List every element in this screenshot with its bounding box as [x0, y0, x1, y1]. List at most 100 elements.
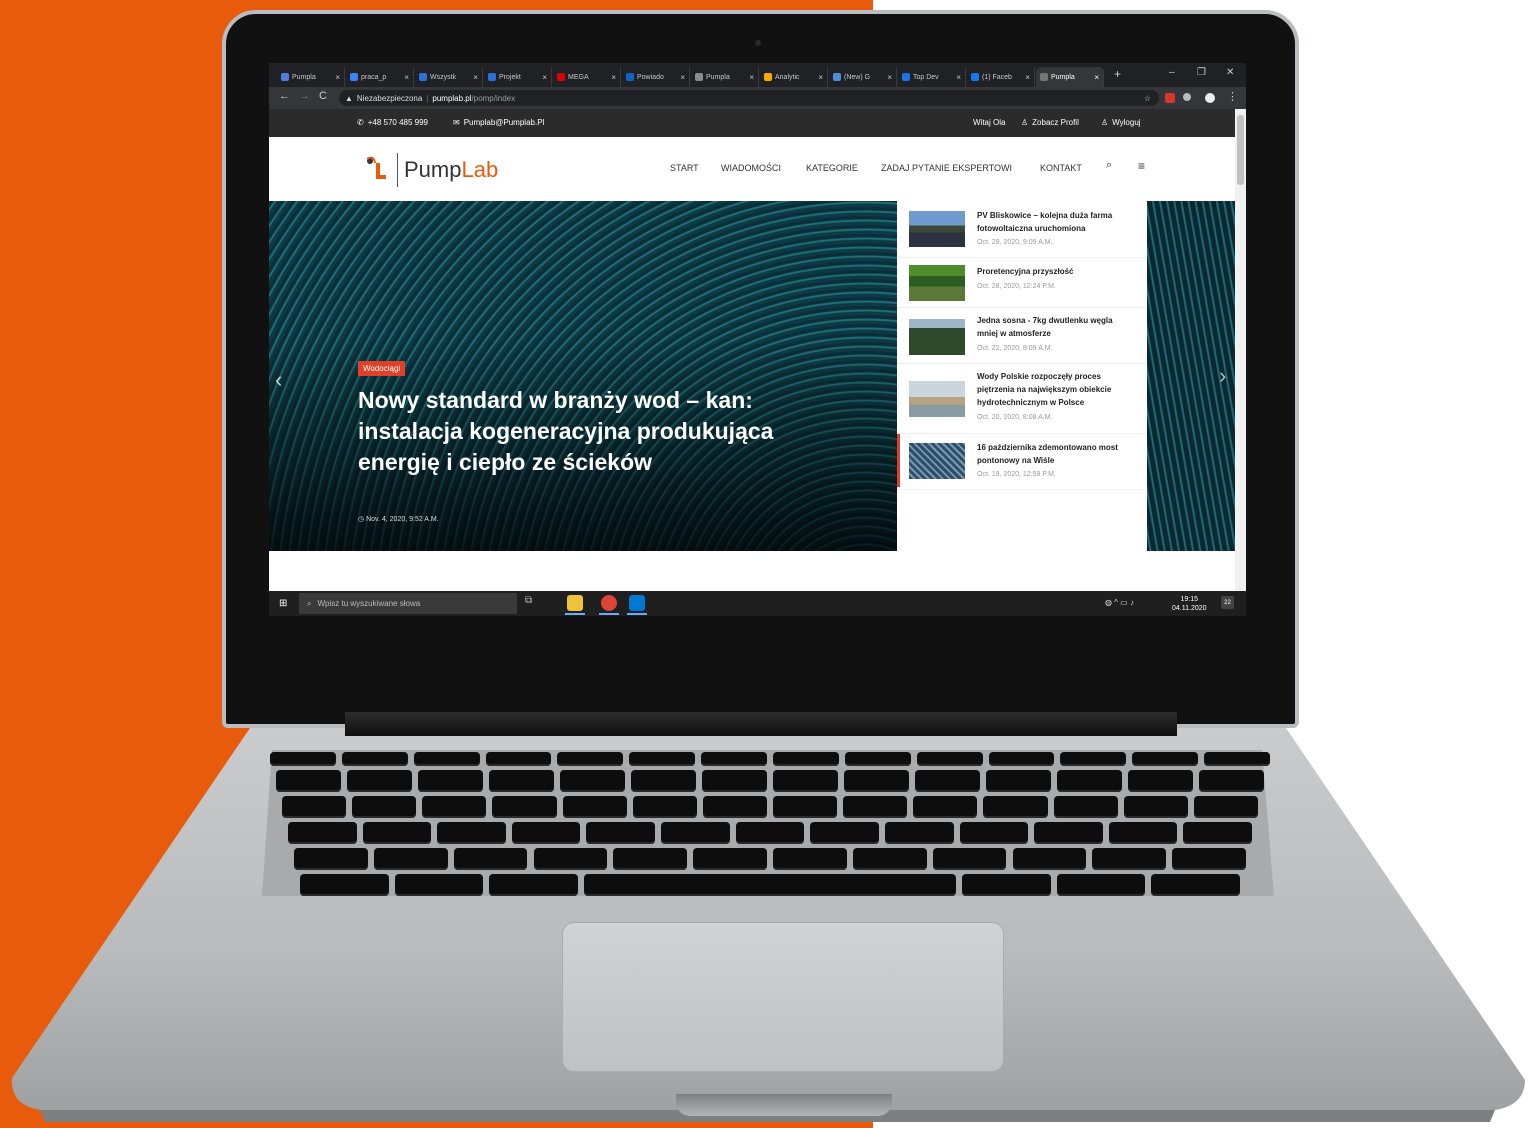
pumplab-logo-icon[interactable]: [365, 153, 387, 183]
browser-tab[interactable]: Pumpla ×: [1036, 67, 1104, 87]
close-icon[interactable]: ×: [818, 73, 823, 82]
spacebar-key: [583, 874, 957, 896]
close-icon[interactable]: ×: [611, 73, 616, 82]
profile-link[interactable]: ♙ Zobacz Profil: [1021, 118, 1079, 127]
keyboard-key: [962, 874, 1051, 896]
menu-dots-icon[interactable]: ⋮: [1227, 90, 1238, 103]
keyboard-key: [773, 770, 838, 792]
browser-tab[interactable]: (1) Faceb ×: [967, 67, 1035, 87]
task-view-icon[interactable]: ⧉: [525, 595, 541, 611]
extension-icon[interactable]: [1165, 93, 1175, 103]
close-icon[interactable]: ×: [335, 73, 340, 82]
keyboard-key: [1056, 874, 1146, 896]
keyboard-key: [702, 770, 767, 792]
logout-text: Wyloguj: [1112, 118, 1141, 127]
list-item[interactable]: Proretencyjna przyszłość Oct. 28, 2020, …: [897, 257, 1147, 308]
browser-tab[interactable]: Top Dev ×: [898, 67, 966, 87]
keyboard-key: [282, 796, 347, 818]
url-field[interactable]: ▲ Niezabezpieczona | pumplab.pl/pomp/ind…: [339, 90, 1159, 106]
hero-slider[interactable]: ‹ Wodociągi Nowy standard w branży wod –…: [269, 201, 897, 551]
chevron-right-icon[interactable]: ›: [1219, 363, 1226, 389]
scrollbar-thumb[interactable]: [1237, 115, 1244, 185]
avatar[interactable]: [1205, 93, 1215, 103]
hero-shade: [269, 201, 897, 551]
logout-link[interactable]: ♙ Wyloguj: [1101, 118, 1141, 127]
browser-tab[interactable]: Pumpla ×: [691, 67, 759, 87]
keyboard-key: [562, 796, 627, 818]
chrome-icon[interactable]: [601, 595, 617, 611]
close-icon[interactable]: ×: [749, 73, 754, 82]
close-icon[interactable]: ×: [404, 73, 409, 82]
notification-icon[interactable]: 22: [1221, 596, 1234, 609]
hero-title[interactable]: Nowy standard w branży wod – kan: instal…: [358, 385, 788, 478]
keyboard-key: [413, 752, 480, 766]
reload-button[interactable]: C: [319, 90, 327, 102]
close-window-button[interactable]: ✕: [1226, 67, 1234, 78]
address-bar: ← → C ▲ Niezabezpieczona | pumplab.pl/po…: [269, 87, 1246, 109]
browser-tab[interactable]: Projekt ×: [484, 67, 552, 87]
browser-tab[interactable]: praca_p ×: [346, 67, 414, 87]
close-icon[interactable]: ×: [887, 73, 892, 82]
keyboard-key: [1108, 822, 1178, 844]
list-item[interactable]: 16 października zdemontowano most ponton…: [897, 433, 1147, 490]
nav-zadaj-pytanie[interactable]: ZADAJ PYTANIE EKSPERTOWI: [881, 163, 1012, 173]
list-item[interactable]: Jedna sosna - 7kg dwutlenku węgla mniej …: [897, 307, 1147, 364]
tab-favicon-icon: [419, 73, 427, 81]
browser-tab[interactable]: Analytic ×: [760, 67, 828, 87]
active-app-indicator: [599, 613, 619, 615]
taskbar-clock[interactable]: 19:15 04.11.2020: [1172, 595, 1207, 613]
email-link[interactable]: ✉ Pumplab@Pumplab.Pl: [453, 118, 544, 127]
close-icon[interactable]: ×: [956, 73, 961, 82]
windows-start-icon[interactable]: ⊞: [279, 598, 287, 609]
search-icon[interactable]: ⌕: [1106, 159, 1112, 172]
puzzle-icon[interactable]: [1183, 93, 1191, 101]
nav-kategorie[interactable]: KATEGORIE: [806, 163, 858, 173]
back-button[interactable]: ←: [279, 90, 290, 102]
phone-link[interactable]: ✆ +48 570 485 999: [357, 118, 428, 127]
maximize-button[interactable]: ❐: [1197, 67, 1206, 78]
forward-button[interactable]: →: [299, 90, 310, 102]
file-explorer-icon[interactable]: [567, 595, 583, 611]
browser-tab[interactable]: MEGA ×: [553, 67, 621, 87]
new-tab-button[interactable]: +: [1114, 67, 1121, 81]
nav-start[interactable]: START: [670, 163, 699, 173]
keyboard-key: [913, 796, 978, 818]
outlook-icon[interactable]: [629, 595, 645, 611]
browser-tab[interactable]: (New) G ×: [829, 67, 897, 87]
close-icon[interactable]: ×: [473, 73, 478, 82]
list-item-date: Oct. 22, 2020, 8:09 A.M.: [977, 345, 1053, 352]
logo-text[interactable]: PumpLab: [404, 157, 498, 183]
list-item[interactable]: Wody Polskie rozpoczęły proces piętrzeni…: [897, 363, 1147, 434]
star-icon[interactable]: ☆: [1144, 94, 1151, 103]
keyboard-key: [1128, 770, 1193, 792]
close-icon[interactable]: ×: [1094, 73, 1099, 82]
lid-notch: [676, 1094, 892, 1116]
profile-text: Zobacz Profil: [1032, 118, 1079, 127]
tab-label: Powiado: [637, 73, 664, 81]
keyboard-key: [362, 822, 432, 844]
keyboard-key: [492, 796, 557, 818]
security-label: Niezabezpieczona: [356, 93, 423, 103]
close-icon[interactable]: ×: [1025, 73, 1030, 82]
taskbar-search-placeholder: Wpisz tu wyszukiwane słowa: [317, 599, 421, 608]
active-app-indicator: [565, 613, 585, 615]
browser-tab[interactable]: Wszystk ×: [415, 67, 483, 87]
minimize-button[interactable]: –: [1169, 67, 1175, 78]
browser-tab[interactable]: Pumpla ×: [277, 67, 345, 87]
nav-wiadomosci[interactable]: WIADOMOŚCI: [721, 163, 781, 173]
list-item[interactable]: PV Bliskowice – kolejna duża farma fotow…: [897, 201, 1147, 258]
keyboard-key: [1053, 796, 1118, 818]
keyboard-key: [629, 752, 696, 766]
browser-tab[interactable]: Powiado ×: [622, 67, 690, 87]
chevron-left-icon[interactable]: ‹: [275, 367, 282, 393]
keyboard-key: [352, 796, 417, 818]
close-icon[interactable]: ×: [542, 73, 547, 82]
keyboard-key: [632, 796, 697, 818]
keyboard-key: [294, 848, 368, 870]
category-badge[interactable]: Wodociągi: [358, 361, 406, 376]
nav-kontakt[interactable]: KONTAKT: [1040, 163, 1082, 173]
hamburger-icon[interactable]: ≡: [1138, 159, 1145, 173]
system-tray[interactable]: ◍ ^ ▭ ♪: [1105, 598, 1134, 607]
taskbar-search[interactable]: ⌕ Wpisz tu wyszukiwane słowa: [299, 593, 517, 614]
close-icon[interactable]: ×: [680, 73, 685, 82]
